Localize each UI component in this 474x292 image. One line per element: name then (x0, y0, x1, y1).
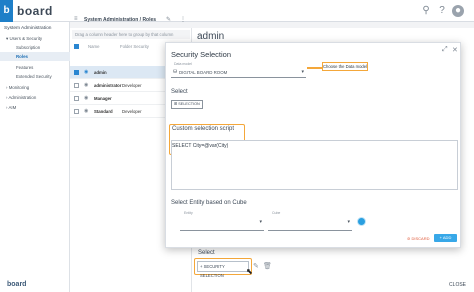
security-selection-dialog: Security Selection ⤢ ✕ Data model ⛁ DIGI… (165, 42, 461, 248)
expand-icon[interactable]: ⤢ (442, 46, 448, 54)
edit-icon[interactable]: ✎ (253, 262, 259, 270)
more-icon[interactable]: ⋮ (180, 16, 186, 23)
row-name: admin (94, 70, 107, 75)
row-security: Developer (122, 83, 142, 88)
sidebar-item-subscription[interactable]: Subscription (0, 43, 70, 52)
select-label: Select (171, 89, 188, 95)
row-name: Manager (94, 96, 112, 101)
sidebar-section-title: System Administration (4, 26, 52, 31)
footer-logo: board (7, 281, 27, 288)
sidebar-item-users-security[interactable]: ▾ Users & Security (6, 34, 70, 43)
entity-cube-toggle[interactable] (357, 217, 366, 226)
menu-icon[interactable]: ≡ (74, 16, 78, 22)
role-title: admin (197, 31, 225, 42)
sidebar-item-roles[interactable]: Roles (0, 52, 70, 61)
group-by-hint[interactable]: Drag a column header here to group by th… (72, 30, 190, 39)
mouse-pointer-icon: ⬉ (246, 267, 253, 276)
security-selection-button[interactable]: + SECURITY SELECTION (197, 261, 249, 278)
column-security-header[interactable]: Folder Security (120, 44, 149, 49)
sidebar-item-administration[interactable]: › Administration (6, 93, 36, 102)
add-button[interactable]: + ADD (434, 234, 457, 242)
selection-button[interactable]: ⊞ SELECTION (171, 100, 203, 109)
edit-icon[interactable]: ✎ (166, 16, 171, 23)
chevron-down-icon: ▾ (347, 219, 350, 225)
row-security: Developer (122, 109, 142, 114)
row-name: Standard (94, 109, 113, 114)
entity-select[interactable]: ▾ (180, 213, 264, 231)
sidebar-item-aim[interactable]: › AIM (6, 103, 16, 112)
row-checkbox[interactable] (74, 96, 79, 101)
app-logo-text: board (17, 4, 53, 18)
row-checkbox[interactable] (74, 70, 79, 75)
data-model-callout: Choose the Data model (322, 62, 368, 71)
chevron-down-icon: ▾ (259, 219, 262, 225)
breadcrumb: System Administration / Roles (84, 17, 157, 23)
row-icon: ◉ (84, 95, 89, 101)
row-name: administrator (94, 83, 122, 88)
column-name-header[interactable]: Name (88, 44, 99, 49)
discard-button[interactable]: ⊘ DISCARD (407, 236, 429, 241)
chevron-down-icon: ▾ (301, 69, 304, 75)
breadcrumb-bar: ≡ System Administration / Roles ✎ ⋮ (70, 12, 474, 27)
entity-cube-label: Select Entity based on Cube (171, 200, 247, 206)
close-button[interactable]: CLOSE (449, 282, 466, 288)
delete-icon[interactable]: 🗑 (263, 262, 272, 270)
script-label: Custom selection script (172, 126, 235, 132)
row-icon: ◉ (84, 69, 89, 75)
row-icon: ◉ (84, 82, 89, 88)
sidebar: System Administration ▾ Users & Security… (0, 22, 70, 292)
script-text: SELECT City=@var(City) (172, 143, 229, 149)
row-checkbox[interactable] (74, 109, 79, 114)
dialog-title: Security Selection (171, 50, 232, 59)
sidebar-item-features[interactable]: Features (0, 63, 70, 72)
select-all-checkbox[interactable] (74, 44, 79, 49)
callout-connector (307, 67, 322, 69)
close-icon[interactable]: ✕ (452, 46, 458, 54)
row-checkbox[interactable] (74, 83, 79, 88)
data-model-select[interactable]: ⛁ DIGITAL BOARD ROOM ▾ (171, 65, 306, 78)
app-logo-icon[interactable]: b (0, 0, 13, 22)
sidebar-item-monitoring[interactable]: › Monitoring (6, 83, 29, 92)
app-window: b board ⚲ ? ● System Administration ▾ Us… (0, 0, 474, 292)
cube-select[interactable]: ▾ (268, 213, 352, 231)
row-icon: ◉ (84, 108, 89, 114)
select-section-label: Select (198, 250, 215, 256)
sidebar-item-extended-security[interactable]: Extended Security (0, 72, 70, 81)
database-icon: ⛁ (173, 69, 178, 75)
